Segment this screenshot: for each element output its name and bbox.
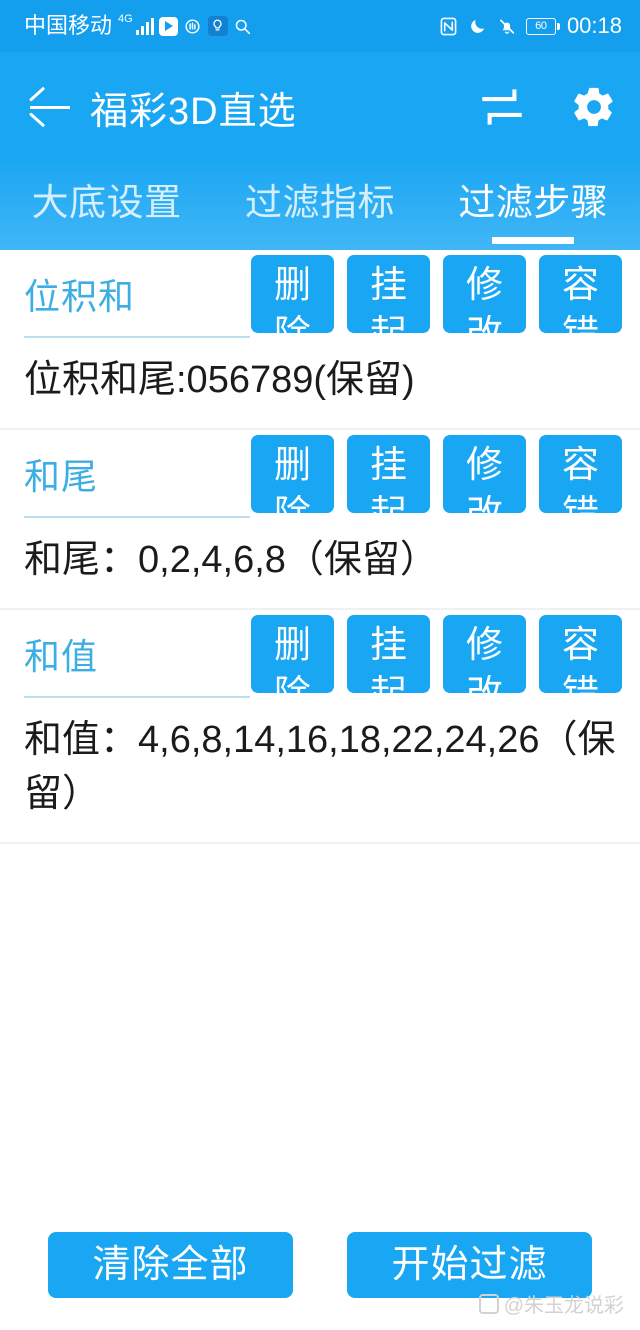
- moon-do-not-disturb-icon: [468, 16, 488, 36]
- status-bar-left: 中国移动 4G: [24, 12, 253, 38]
- filter-block-header: 和值 删 除 挂 起 修 改 容: [0, 610, 640, 698]
- suspend-button-line1: 挂: [370, 264, 407, 305]
- delete-button-line2: 除: [251, 495, 334, 513]
- settings-button[interactable]: [548, 84, 640, 130]
- swap-repeat-icon: [479, 87, 525, 127]
- bottom-action-bar: 清除全部 开始过滤: [0, 1200, 640, 1330]
- bell-muted-icon: [497, 16, 517, 36]
- modify-button-line1: 修: [466, 443, 503, 485]
- gear-icon: [571, 84, 617, 130]
- tab-filter-steps[interactable]: 过滤步骤: [427, 162, 640, 250]
- swap-repeat-button[interactable]: [456, 87, 548, 127]
- carrier-label: 中国移动: [24, 13, 113, 38]
- filter-block-title: 位积和: [24, 276, 136, 317]
- back-button[interactable]: [0, 105, 100, 109]
- delete-button[interactable]: 删 除: [251, 614, 334, 693]
- delete-button-line1: 删: [274, 623, 311, 665]
- suspend-button-line1: 挂: [370, 623, 407, 665]
- nfc-icon: [439, 16, 459, 36]
- suspend-button-line2: 起: [347, 495, 430, 513]
- modify-button[interactable]: 修 改: [443, 434, 526, 513]
- tolerance-button-line2: 错: [539, 495, 622, 513]
- modify-button[interactable]: 修 改: [443, 614, 526, 693]
- tolerance-button-line2: 错: [539, 675, 622, 693]
- filter-block: 和尾 删 除 挂 起 修 改 容: [0, 429, 640, 610]
- battery-indicator: 60: [525, 17, 560, 35]
- hand-stop-icon: [183, 16, 203, 36]
- filter-block-body: 和尾：0,2,4,6,8（保留）: [0, 518, 640, 610]
- suspend-button[interactable]: 挂 起: [347, 614, 430, 693]
- tab-bar: 大底设置 过滤指标 过滤步骤: [0, 162, 640, 250]
- app-bar: 福彩3D直选: [0, 52, 640, 162]
- suspend-button[interactable]: 挂 起: [347, 434, 430, 513]
- filter-block: 和值 删 除 挂 起 修 改 容: [0, 609, 640, 844]
- tab-filter-indicator[interactable]: 过滤指标: [213, 162, 426, 250]
- tolerance-button-line2: 错: [539, 315, 622, 333]
- modify-button-line1: 修: [466, 623, 503, 665]
- suspend-button-line2: 起: [347, 315, 430, 333]
- delete-button-line1: 删: [274, 443, 311, 485]
- filter-block: 位积和 删 除 挂 起 修 改 容: [0, 250, 640, 430]
- suspend-button-line2: 起: [347, 675, 430, 693]
- delete-button[interactable]: 删 除: [251, 255, 334, 333]
- delete-button-line2: 除: [251, 675, 334, 693]
- tolerance-button[interactable]: 容 错: [539, 434, 622, 513]
- search-icon[interactable]: [233, 16, 253, 36]
- network-type-label: 4G: [118, 12, 133, 25]
- row-action-group: 删 除 挂 起 修 改 容 错: [251, 255, 622, 333]
- status-bar-right: 60 00:18: [439, 15, 622, 37]
- filter-block-body: 和值：4,6,8,14,16,18,22,24,26（保留）: [0, 698, 640, 844]
- clock-label: 00:18: [566, 13, 622, 38]
- tolerance-button-line1: 容: [562, 264, 599, 305]
- row-action-group: 删 除 挂 起 修 改 容 错: [251, 434, 622, 513]
- row-action-group: 删 除 挂 起 修 改 容 错: [251, 614, 622, 693]
- back-arrow-icon: [30, 105, 70, 109]
- suspend-button-line1: 挂: [370, 443, 407, 485]
- modify-button-line2: 改: [443, 495, 526, 513]
- delete-button[interactable]: 删 除: [251, 434, 334, 513]
- modify-button[interactable]: 修 改: [443, 255, 526, 333]
- clear-all-button[interactable]: 清除全部: [48, 1232, 293, 1298]
- filter-block-title: 和尾: [24, 455, 99, 497]
- filter-step-list: 位积和 删 除 挂 起 修 改 容: [0, 250, 640, 1200]
- phone-screen: 中国移动 4G 60 00:18 福彩3D直选 大底设置 过滤指标 过滤步骤 位…: [0, 0, 640, 1330]
- tolerance-button-line1: 容: [562, 443, 599, 485]
- tolerance-button[interactable]: 容 错: [539, 614, 622, 693]
- filter-block-header: 位积和 删 除 挂 起 修 改 容: [0, 250, 640, 338]
- filter-block-title: 和值: [24, 635, 99, 677]
- modify-button-line2: 改: [443, 315, 526, 333]
- header-underline: [24, 695, 250, 698]
- status-bar: 中国移动 4G 60 00:18: [0, 0, 640, 52]
- header-underline: [24, 336, 250, 338]
- modify-button-line2: 改: [443, 675, 526, 693]
- filter-block-body: 位积和尾:056789(保留): [0, 338, 640, 430]
- lightbulb-icon: [207, 16, 228, 36]
- page-title: 福彩3D直选: [90, 90, 297, 133]
- delete-button-line2: 除: [251, 315, 334, 333]
- tolerance-button-line1: 容: [562, 623, 599, 665]
- suspend-button[interactable]: 挂 起: [347, 255, 430, 333]
- tab-base-setting[interactable]: 大底设置: [0, 162, 213, 250]
- delete-button-line1: 删: [274, 264, 311, 305]
- header-underline: [24, 515, 250, 518]
- modify-button-line1: 修: [466, 264, 503, 305]
- filter-block-header: 和尾 删 除 挂 起 修 改 容: [0, 430, 640, 518]
- tolerance-button[interactable]: 容 错: [539, 255, 622, 333]
- signal-bars-icon: [135, 17, 154, 35]
- play-badge-icon: [158, 16, 178, 36]
- start-filter-button[interactable]: 开始过滤: [347, 1232, 592, 1298]
- battery-level-label: 60: [535, 20, 547, 32]
